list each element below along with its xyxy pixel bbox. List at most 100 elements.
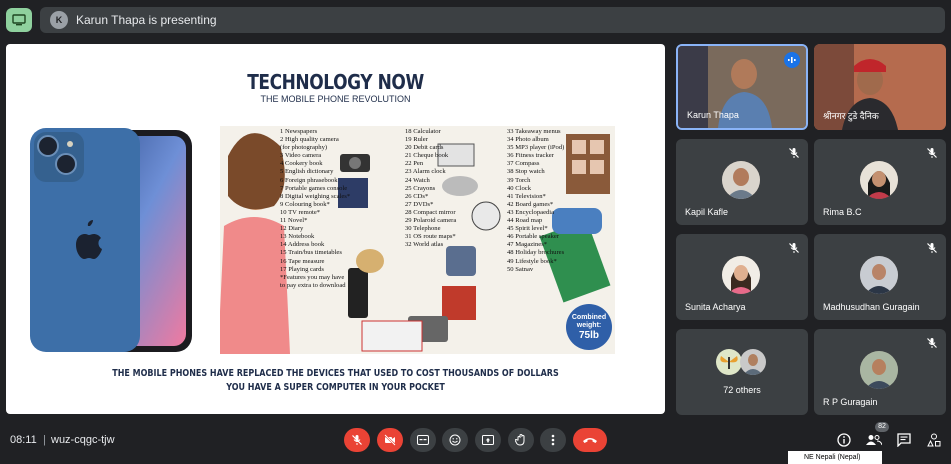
participant-name: श्रीनगर टुडे दैनिक	[823, 111, 879, 121]
list-item: 50 Satnav	[507, 265, 534, 273]
participant-name: Sunita Acharya	[685, 302, 746, 312]
slide-subtitle: THE MOBILE PHONE REVOLUTION	[260, 94, 411, 104]
captions-icon	[417, 435, 429, 445]
leave-call-button[interactable]	[573, 428, 607, 452]
list-item: 6 Foreign phrasebook	[280, 176, 338, 184]
mic-off-icon	[927, 338, 937, 348]
presenter-text: Karun Thapa is presenting	[76, 13, 217, 27]
meeting-details-button[interactable]	[834, 430, 854, 450]
mic-off-button[interactable]	[344, 428, 370, 452]
avatar	[722, 256, 760, 294]
list-item: 43 Encyclopaedia	[507, 208, 555, 216]
emoji-icon	[449, 434, 461, 446]
list-item: 16 Tape measure	[280, 257, 325, 265]
list-item: 9 Colouring book*	[280, 200, 330, 208]
combined-weight-badge: Combined weight: 75lb	[566, 304, 612, 350]
captions-button[interactable]	[410, 428, 436, 452]
list-column-3: 33 Takeaway menus 34 Photo album 35 MP3 pl…	[507, 128, 564, 274]
weight-value: 75lb	[578, 329, 599, 341]
avatar	[716, 349, 742, 375]
list-item: 46 Portable speaker	[507, 233, 559, 241]
list-item: 20 Debit cards	[405, 144, 444, 152]
list-item: 7 Portable games console	[280, 184, 348, 192]
input-language-indicator[interactable]: NE Nepali (Nepal)	[788, 451, 882, 464]
list-item: 21 Cheque book	[405, 152, 449, 160]
emoji-button[interactable]	[442, 428, 468, 452]
present-now-button[interactable]	[475, 428, 501, 452]
avatar	[860, 351, 898, 389]
list-item: 29 Polaroid camera	[405, 217, 457, 225]
list-item: 8 Digital weighing scales*	[280, 192, 351, 200]
list-item: 38 Stop watch	[507, 168, 545, 176]
info-icon	[837, 433, 851, 447]
presenter-banner[interactable]: K Karun Thapa is presenting	[40, 7, 945, 33]
list-item: 3 Video camera	[280, 152, 322, 160]
participant-tile-kapil-kafle[interactable]: Kapil Kafle	[676, 139, 808, 225]
participant-tile-srinagar-today[interactable]: श्रीनगर टुडे दैनिक	[814, 44, 946, 130]
avatar	[860, 256, 898, 294]
list-item: 36 Fitness tracker	[507, 152, 554, 160]
list-item: 47 Magazines*	[507, 241, 548, 249]
more-vert-icon	[551, 434, 555, 446]
bottom-toolbar: 08:11 | wuz-cqgc-tjw 82 NE Nepali (Nepal…	[0, 422, 951, 464]
list-item: 48 Holiday brochures	[507, 249, 565, 257]
top-bar: K Karun Thapa is presenting	[0, 0, 951, 40]
list-item: 37 Compass	[507, 160, 540, 168]
chat-button[interactable]	[894, 430, 914, 450]
presentation-icon[interactable]	[6, 8, 32, 32]
list-item: 40 Clock	[507, 184, 531, 192]
participant-name: Rima B.C	[823, 207, 862, 217]
list-item: 27 DVDs*	[405, 200, 434, 208]
list-item: 10 TV remote*	[280, 208, 321, 216]
participant-tile-karun-thapa[interactable]: Karun Thapa	[676, 44, 808, 130]
list-item: 24 Watch	[405, 176, 430, 184]
end-call-icon	[583, 438, 597, 443]
participant-tile-rima-bc[interactable]: Rima B.C	[814, 139, 946, 225]
avatar	[860, 161, 898, 199]
participant-name: R P Guragain	[823, 397, 878, 407]
raise-hand-button[interactable]	[508, 428, 534, 452]
list-item: 26 CDs*	[405, 192, 429, 200]
mic-off-icon	[352, 435, 362, 445]
camera-off-button[interactable]	[377, 428, 403, 452]
list-item: 30 Telephone	[405, 225, 441, 233]
presenter-avatar: K	[50, 11, 68, 29]
camera-off-icon	[384, 434, 396, 446]
slide-title: TECHNOLOGY NOW	[247, 70, 424, 94]
meeting-time: 08:11	[10, 434, 37, 446]
participant-tile-sunita-acharya[interactable]: Sunita Acharya	[676, 234, 808, 320]
list-item: 13 Notebook	[280, 233, 315, 241]
slide-footer-line-2: YOU HAVE A SUPER COMPUTER IN YOUR POCKET	[226, 382, 445, 393]
participant-tile-rp-guragain[interactable]: R P Guragain	[814, 329, 946, 415]
people-button[interactable]	[864, 430, 884, 450]
slide-footer-line-1: THE MOBILE PHONES HAVE REPLACED THE DEVI…	[112, 368, 559, 379]
combined-label: Combined	[571, 313, 607, 321]
iphone-image	[30, 128, 192, 352]
mic-off-icon	[927, 243, 937, 253]
list-item: 19 Ruler	[405, 136, 428, 144]
activities-icon	[927, 433, 941, 447]
list-column-2: 18 Calculator 19 Ruler 20 Debit cards 21 Ch…	[405, 128, 456, 249]
list-item: 15 Train/bus timetables	[280, 249, 342, 257]
mic-off-icon	[789, 243, 799, 253]
more-options-button[interactable]	[540, 428, 566, 452]
list-item: 25 Crayons	[405, 184, 436, 192]
speaking-indicator-icon	[784, 52, 800, 68]
hand-icon	[515, 434, 525, 446]
list-item: 22 Pen	[405, 160, 424, 168]
list-item: 39 Torch	[507, 176, 531, 184]
list-item: to pay extra to download	[280, 281, 346, 289]
list-item: 33 Takeaway menus	[507, 128, 561, 135]
list-item: 42 Board games*	[507, 200, 554, 208]
list-item: 31 OS route maps*	[405, 233, 456, 241]
mic-off-icon	[927, 148, 937, 158]
meeting-code: wuz-cqgc-tjw	[51, 434, 115, 446]
participant-name: Kapil Kafle	[685, 207, 729, 217]
mic-off-icon	[789, 148, 799, 158]
activities-button[interactable]	[924, 430, 944, 450]
list-item: 18 Calculator	[405, 128, 441, 135]
list-item: 45 Spirit level*	[507, 225, 548, 233]
avatar	[722, 161, 760, 199]
participant-tile-madhusudhan-guragain[interactable]: Madhusudhan Guragain	[814, 234, 946, 320]
participant-tile-others[interactable]: 72 others	[676, 329, 808, 415]
